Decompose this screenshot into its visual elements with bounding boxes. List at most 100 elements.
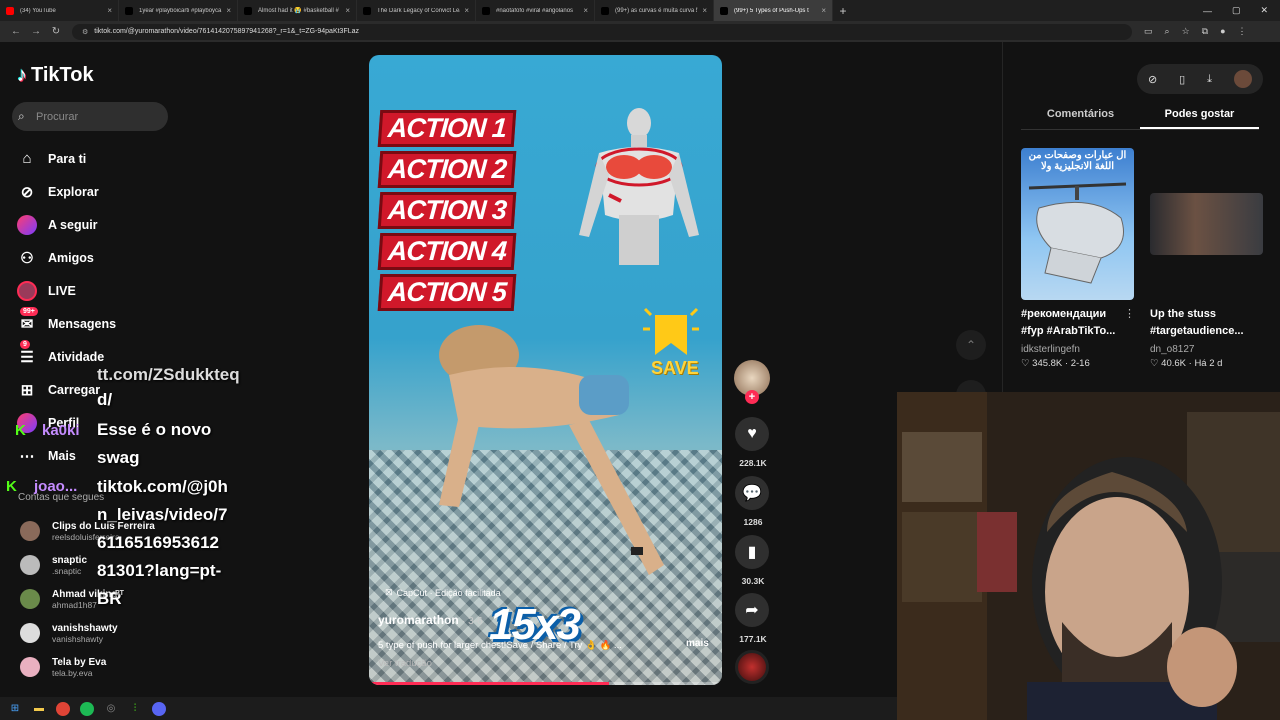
download-icon[interactable]: ⤓ [1207, 73, 1212, 86]
right-panel: ⊘ ▯ ⤓ Comentários Podes gostar ال عبارات… [1002, 42, 1280, 392]
video-player[interactable]: ACTION 1 ACTION 2 ACTION 3 ACTION 4 ACTI… [369, 55, 722, 685]
like-button[interactable]: ♥ [735, 417, 769, 451]
chat-line: 611651695361​2 [97, 533, 219, 552]
windows-start-icon[interactable]: ⊞ [8, 702, 22, 716]
video-username[interactable]: yuromarathon [378, 613, 459, 627]
url-text: tiktok.com/@yuromarathon/video/761414207… [94, 28, 360, 35]
share-button[interactable]: ➦ [735, 593, 769, 627]
nav-label: Mensagens [48, 316, 117, 331]
window-controls: — ▢ ✕ [1203, 0, 1280, 21]
card-author[interactable]: dn_o8127 [1150, 344, 1263, 355]
nav-item-friends[interactable]: ⚇ Amigos [16, 241, 116, 274]
extensions-icon[interactable]: ⧉ [1202, 26, 1208, 37]
file-explorer-icon[interactable]: ▬ [32, 702, 46, 716]
browser-tab[interactable]: (99+) 5 Types of Push-Ups t × [714, 0, 833, 21]
chrome-icon[interactable] [56, 701, 70, 716]
back-icon[interactable]: ← [6, 26, 26, 37]
like-count: 228.1K [739, 458, 767, 468]
nav-item-compass[interactable]: ⊘ Explorar [16, 175, 116, 208]
search-input[interactable]: ⌕ Procurar [12, 102, 168, 131]
pt-tag: PT [115, 590, 124, 597]
tab-you-may-like[interactable]: Podes gostar [1140, 108, 1259, 129]
browser-tab[interactable]: Almost had it 😭 #basketball # × [238, 0, 357, 21]
recommendation-card[interactable]: Up the stuss #targetaudience... dn_o8127… [1150, 193, 1263, 369]
card-meta: ♡ 345.8K · 2-16 [1021, 358, 1090, 369]
chat-line: d/ [97, 390, 113, 409]
zoom-icon[interactable]: ⌕ [1165, 26, 1170, 37]
close-tab-icon[interactable]: × [702, 6, 707, 15]
user-avatar[interactable] [1233, 70, 1252, 88]
close-tab-icon[interactable]: × [464, 6, 469, 15]
site-info-icon[interactable]: ⚙ [82, 28, 88, 36]
close-tab-icon[interactable]: × [226, 6, 231, 15]
bookmark-star-icon[interactable]: ☆ [1182, 26, 1190, 37]
minimize-icon[interactable]: — [1203, 6, 1212, 16]
phone-icon[interactable]: ▯ [1179, 73, 1185, 86]
heart-outline-icon: ♡ [1021, 358, 1033, 369]
capcut-label[interactable]: ⊠ CapCut · Edição facilitada [385, 587, 501, 598]
tab-favicon-icon [482, 6, 490, 15]
video-progress-bar[interactable] [369, 682, 722, 685]
close-tab-icon[interactable]: × [583, 6, 588, 15]
forward-icon[interactable]: → [26, 26, 46, 37]
browser-tab[interactable]: The Dark Legacy of Convict Lea × [357, 0, 476, 21]
new-tab-button[interactable]: + [833, 4, 853, 18]
menu-icon[interactable]: ⋮ [1238, 26, 1247, 37]
recommendation-card[interactable]: ال عبارات وصفحات من اللغة الانجليزية ولا… [1021, 148, 1134, 369]
tab-comments[interactable]: Comentários [1021, 108, 1140, 129]
close-window-icon[interactable]: ✕ [1260, 5, 1268, 16]
share-icon: ➦ [745, 602, 759, 619]
close-tab-icon[interactable]: × [107, 6, 112, 15]
browser-tab[interactable]: 1year #playboicarti #playboyca × [119, 0, 238, 21]
url-field[interactable]: ⚙ tiktok.com/@yuromarathon/video/7614142… [72, 23, 1132, 40]
tab-title: (34) YouTube [20, 7, 56, 14]
person-pushup [439, 325, 664, 575]
profile-icon[interactable]: ● [1220, 26, 1225, 37]
video-description: 5 type of push for larger chest!Save / S… [378, 640, 622, 651]
more-button[interactable]: mais [686, 638, 709, 649]
sound-disc[interactable] [735, 650, 769, 684]
reload-icon[interactable]: ↻ [46, 26, 66, 37]
card-date: Há 2 d [1194, 358, 1223, 369]
discord-icon[interactable] [152, 701, 166, 716]
comment-button[interactable]: 💬 [735, 476, 769, 510]
address-bar: ← → ↻ ⚙ tiktok.com/@yuromarathon/video/7… [0, 21, 1280, 42]
chat-line: tt.com/ZSdukkteq [97, 365, 240, 384]
browser-tab[interactable]: #naotafofo #viral #angolanos × [476, 0, 595, 21]
nav-label: Amigos [48, 250, 94, 265]
maximize-icon[interactable]: ▢ [1232, 5, 1241, 16]
kick-icon: K [6, 478, 17, 495]
browser-tab[interactable]: (99+) as curvas é muita curva ⁉ × [595, 0, 714, 21]
progress-fill [369, 682, 610, 685]
close-tab-icon[interactable]: × [821, 6, 826, 15]
obs-icon[interactable]: ◎ [104, 702, 118, 716]
video-author[interactable]: yuromarathon · 3-6 [378, 613, 483, 627]
nav-label: A seguir [48, 217, 98, 232]
stats-icon[interactable]: ⫶ [128, 702, 142, 716]
browser-tab[interactable]: (34) YouTube × [0, 0, 119, 21]
save-button[interactable]: ▮ [735, 535, 769, 569]
card-more-icon[interactable]: ⋮ [1124, 307, 1135, 320]
nav-item-following-avatar[interactable]: A seguir [16, 208, 116, 241]
compass-icon[interactable]: ⊘ [1148, 73, 1157, 86]
follow-plus-icon[interactable]: + [745, 390, 759, 404]
followed-account[interactable]: Tela by Eva tela.by.eva [20, 652, 106, 682]
cast-icon[interactable]: ▭ [1144, 26, 1153, 37]
notification-badge: 9 [20, 339, 30, 349]
nav-label: Explorar [48, 184, 99, 199]
tab-favicon-icon [601, 6, 609, 15]
nav-item-messages[interactable]: ✉ 99+ Mensagens [16, 306, 117, 340]
card-author[interactable]: idksterlingefn [1021, 344, 1134, 355]
account-name: Tela by Eva [52, 656, 107, 668]
followed-account[interactable]: vanishshawty vanishshawty [20, 618, 118, 648]
translate-link[interactable]: Ver tradução [378, 658, 432, 669]
save-count: 30.3K [741, 576, 765, 586]
tab-favicon-icon [720, 6, 728, 15]
close-tab-icon[interactable]: × [345, 6, 350, 15]
nav-item-home[interactable]: ⌂ Para ti [16, 142, 116, 175]
nav-item-live[interactable]: LIVE [16, 274, 116, 307]
account-name: vanishshawty [52, 622, 118, 634]
chevron-up-icon[interactable]: ⌃ [956, 330, 986, 360]
tiktok-logo[interactable]: ♪ TikTok [17, 64, 94, 87]
spotify-icon[interactable] [80, 701, 94, 716]
